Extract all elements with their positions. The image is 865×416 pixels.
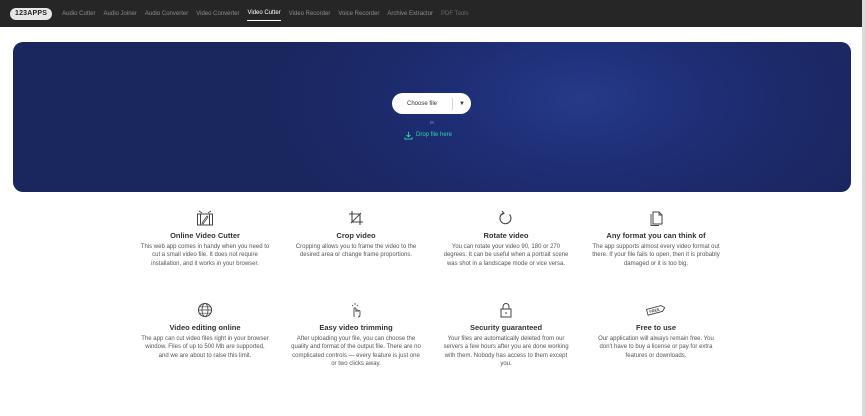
nav-video-recorder[interactable]: Video Recorder [289,7,331,21]
feature-free-to-use: FREE Free to use Our application will al… [591,301,721,360]
page: 123APPS Audio Cutter Audio Joiner Audio … [0,0,865,416]
feature-description: This web app comes in handy when you nee… [140,244,270,267]
files-icon [591,209,721,226]
logo[interactable]: 123APPS [10,7,53,20]
nav-voice-recorder[interactable]: Voice Recorder [338,7,379,21]
choose-file-label[interactable]: Choose file [392,101,452,107]
chevron-down-icon[interactable]: ▼ [453,101,471,107]
nav-archive-extractor[interactable]: Archive Extractor [387,7,433,21]
nav-pdf-tools[interactable]: PDF Tools [441,7,469,21]
feature-description: Your files are automatically deleted fro… [443,336,569,368]
crop-icon [291,209,421,226]
feature-description: Cropping allows you to frame the video t… [295,244,417,259]
feature-description: The app can cut video files right in you… [141,336,269,359]
feature-title: Rotate video [483,231,529,240]
nav-audio-joiner[interactable]: Audio Joiner [104,7,137,21]
feature-title: Free to use [635,323,676,332]
feature-video-editing-online: Video editing online The app can cut vid… [140,301,270,360]
feature-easy-trimming: Easy video trimming After uploading your… [291,301,421,369]
feature-online-video-cutter: Online Video Cutter This web app comes i… [140,209,270,268]
rotate-icon [441,209,571,226]
feature-title: Video editing online [169,323,241,332]
nav-audio-converter[interactable]: Audio Converter [145,7,188,21]
nav-audio-cutter[interactable]: Audio Cutter [62,7,95,21]
film-edit-icon [140,209,270,226]
feature-description: The app supports almost every video form… [592,244,720,267]
feature-title: Security guaranteed [469,323,543,332]
globe-icon [140,301,270,318]
feature-description: After uploading your file, you can choos… [291,336,421,368]
or-separator: or [429,120,435,126]
upload-dropzone[interactable] [13,42,851,192]
feature-description: You can rotate your video 90, 180 or 270… [443,244,569,267]
feature-any-format: Any format you can think of The app supp… [591,209,721,268]
free-tag-icon: FREE [591,301,721,318]
download-icon [404,131,413,140]
feature-description: Our application will always remain free.… [598,336,714,359]
nav-video-cutter[interactable]: Video Cutter [247,7,281,21]
feature-rotate-video: Rotate video You can rotate your video 9… [441,209,571,268]
feature-title: Easy video trimming [319,323,393,332]
feature-crop-video: Crop video Cropping allows you to frame … [291,209,421,260]
feature-title: Any format you can think of [606,231,706,240]
drop-file-link[interactable]: Drop file here [404,130,452,140]
feature-security: Security guaranteed Your files are autom… [441,301,571,369]
feature-title: Online Video Cutter [170,231,240,240]
lock-icon [441,301,571,318]
nav-video-converter[interactable]: Video Converter [196,7,239,21]
drop-file-label: Drop file here [416,132,453,138]
hand-click-icon [291,301,421,318]
feature-title: Crop video [336,231,376,240]
choose-file-button[interactable]: Choose file ▼ [392,93,471,114]
top-navbar: 123APPS Audio Cutter Audio Joiner Audio … [0,0,862,27]
